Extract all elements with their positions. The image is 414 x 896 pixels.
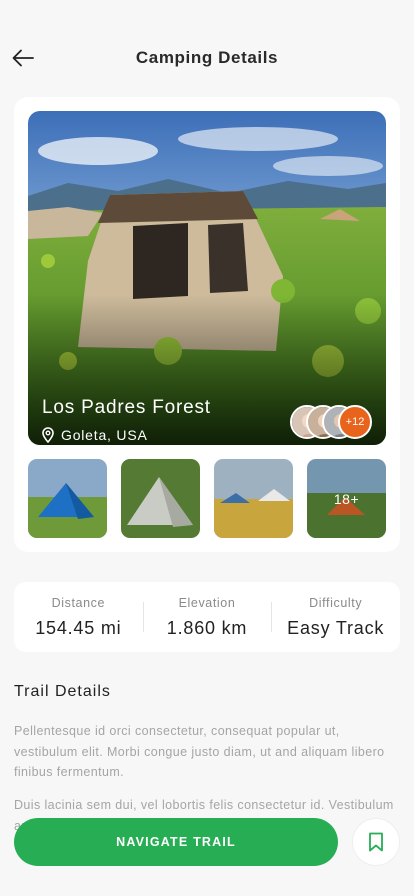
camp-location: Goleta, USA	[41, 427, 148, 443]
hero-photo	[28, 111, 386, 445]
page-title: Camping Details	[135, 48, 279, 67]
stat-value: Easy Track	[287, 618, 385, 638]
member-count-badge: +12	[338, 405, 372, 439]
stat-elevation: Elevation 1.860 km	[142, 582, 272, 652]
stat-label: Difficulty	[309, 596, 363, 610]
navigate-trail-button[interactable]: NAVIGATE TRAIL	[14, 818, 338, 866]
thumbnail-gallery: 18+	[28, 459, 386, 538]
thumbnail[interactable]	[28, 459, 107, 538]
trail-description: Pellentesque id orci consectetur, conseq…	[14, 724, 385, 779]
more-photos-label: 18+	[307, 459, 386, 538]
hero-image[interactable]: Los Padres Forest Goleta, USA +12	[28, 111, 386, 445]
stat-label: Distance	[51, 596, 106, 610]
bookmark-icon	[369, 832, 383, 852]
thumbnail[interactable]	[214, 459, 293, 538]
stat-distance: Distance 154.45 mi	[14, 582, 143, 652]
header: Camping Details	[0, 38, 414, 78]
camp-card: Los Padres Forest Goleta, USA +12 18+	[14, 97, 400, 552]
camp-name: Los Padres Forest	[42, 397, 211, 418]
stat-value: 154.45 mi	[35, 618, 122, 638]
trail-details-heading: Trail Details	[14, 683, 111, 700]
stat-difficulty: Difficulty Easy Track	[271, 582, 400, 652]
location-text: Goleta, USA	[61, 427, 148, 443]
stat-value: 1.860 km	[166, 618, 248, 638]
stat-label: Elevation	[178, 596, 236, 610]
thumbnail-more[interactable]: 18+	[307, 459, 386, 538]
trail-stats: Distance 154.45 mi Elevation 1.860 km Di…	[14, 582, 400, 652]
thumbnail[interactable]	[121, 459, 200, 538]
map-pin-icon	[42, 427, 54, 443]
bookmark-button[interactable]	[352, 818, 400, 866]
member-avatars[interactable]: +12	[290, 405, 372, 439]
